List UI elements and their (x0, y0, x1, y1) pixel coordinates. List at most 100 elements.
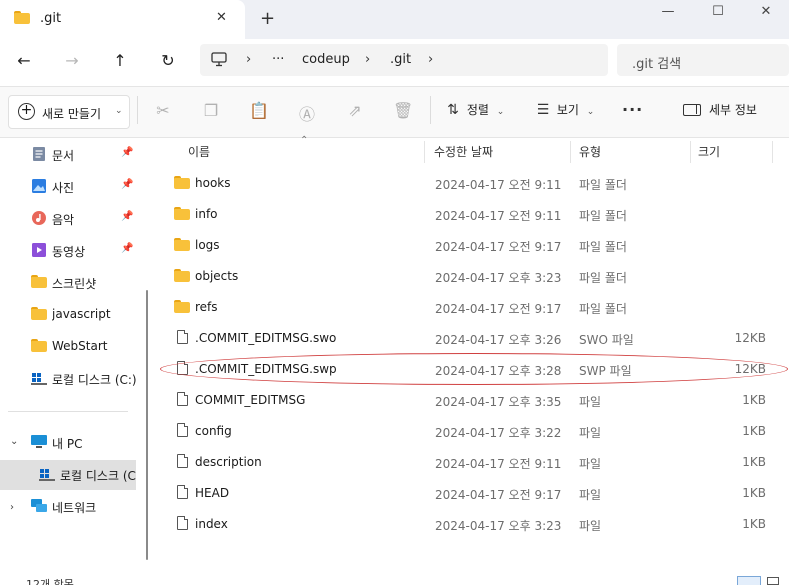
breadcrumb-ellipsis[interactable]: ··· (272, 52, 284, 67)
view-icon: ☰ (536, 102, 550, 118)
column-header-date[interactable]: 수정한 날짜 (434, 143, 493, 160)
file-date: 2024-04-17 오전 9:17 (435, 302, 562, 316)
delete-icon[interactable]: 🗑 (393, 101, 413, 121)
file-type: 파일 폴더 (579, 240, 627, 254)
file-date: 2024-04-17 오전 9:11 (435, 457, 562, 471)
details-view-toggle[interactable] (737, 576, 761, 585)
details-button[interactable]: 세부 정보 (683, 101, 757, 118)
share-icon[interactable]: ⇗ (345, 101, 365, 121)
sidebar-item-music[interactable]: 음악 📌 (0, 204, 136, 232)
forward-button[interactable]: → (62, 51, 82, 70)
file-type: 파일 (579, 426, 602, 440)
file-row[interactable]: logs 2024-04-17 오전 9:17 파일 폴더 (158, 231, 778, 259)
file-date: 2024-04-17 오전 9:11 (435, 209, 562, 223)
video-icon (32, 243, 46, 257)
new-tab-button[interactable]: + (260, 8, 275, 29)
column-divider[interactable] (772, 141, 773, 163)
file-row[interactable]: HEAD 2024-04-17 오전 9:17 파일 1KB (158, 479, 778, 507)
file-name: COMMIT_EDITMSG (195, 393, 306, 407)
column-divider[interactable] (424, 141, 425, 163)
paste-icon[interactable]: 📋 (249, 101, 269, 121)
cut-icon[interactable]: ✂ (153, 101, 173, 121)
up-button[interactable]: ↑ (110, 51, 130, 70)
folder-icon (14, 11, 30, 24)
file-row[interactable]: .COMMIT_EDITMSG.swp 2024-04-17 오후 3:28 SWP… (158, 355, 778, 383)
sort-icon: ⇅ (447, 102, 459, 118)
plus-icon: + (18, 103, 35, 120)
folder-icon (174, 300, 190, 313)
file-icon (177, 454, 188, 468)
column-header-type[interactable]: 유형 (579, 143, 601, 160)
column-header-name[interactable]: 이름 (188, 143, 210, 160)
drive-icon (31, 373, 47, 385)
tab-close-icon[interactable]: ✕ (216, 10, 227, 25)
rename-icon[interactable]: Ⓐ (297, 101, 317, 124)
sidebar-item-javascript[interactable]: javascript (0, 300, 136, 328)
sidebar-item-videos[interactable]: 동영상 📌 (0, 236, 136, 264)
minimize-button[interactable]: — (658, 4, 678, 20)
back-button[interactable]: ← (14, 51, 34, 70)
view-button[interactable]: ☰ 보기 ⌄ (533, 101, 595, 121)
more-options-button[interactable]: ··· (622, 100, 643, 119)
column-divider[interactable] (690, 141, 691, 163)
sidebar-item-label: WebStart (52, 339, 108, 353)
column-header-size[interactable]: 크기 (698, 143, 720, 160)
file-size: 12KB (734, 362, 766, 376)
details-pane-icon (683, 104, 701, 116)
file-row[interactable]: description 2024-04-17 오전 9:11 파일 1KB (158, 448, 778, 476)
copy-icon[interactable]: ❐ (201, 101, 221, 121)
file-date: 2024-04-17 오후 3:23 (435, 271, 562, 285)
sidebar-item-local-disk[interactable]: 로컬 디스크 (C:) (0, 364, 136, 392)
sidebar-item-pictures[interactable]: 사진 📌 (0, 172, 136, 200)
drive-icon (39, 469, 55, 481)
file-row[interactable]: info 2024-04-17 오전 9:11 파일 폴더 (158, 200, 778, 228)
file-row[interactable]: refs 2024-04-17 오전 9:17 파일 폴더 (158, 293, 778, 321)
sidebar-item-this-pc[interactable]: 내 PC (0, 428, 136, 456)
tiles-view-toggle[interactable] (767, 577, 779, 585)
refresh-button[interactable]: ↻ (158, 51, 178, 70)
sidebar-item-screenshots[interactable]: 스크린샷 (0, 268, 136, 296)
file-name: config (195, 424, 232, 438)
file-icon (177, 485, 188, 499)
title-bar: .git ✕ + — ☐ ✕ (0, 0, 789, 39)
music-icon (32, 211, 46, 225)
breadcrumb-codeup[interactable]: codeup (302, 52, 350, 67)
file-type: SWO 파일 (579, 333, 634, 347)
status-item-count: 12개 항목 (26, 578, 74, 585)
sidebar-item-label: 네트워크 (52, 501, 97, 515)
sidebar-item-local-disk-tree[interactable]: 로컬 디스크 (C (0, 460, 136, 490)
pc-icon (211, 52, 227, 67)
file-row[interactable]: objects 2024-04-17 오후 3:23 파일 폴더 (158, 262, 778, 290)
new-button[interactable]: + 새로 만들기 ⌄ (8, 95, 130, 129)
sidebar-item-network[interactable]: 네트워크 (0, 492, 136, 520)
sidebar-item-documents[interactable]: 문서 📌 (0, 140, 136, 168)
file-type: SWP 파일 (579, 364, 632, 378)
file-type: 파일 폴더 (579, 302, 627, 316)
sidebar-divider (8, 411, 128, 412)
file-name: description (195, 455, 262, 469)
view-label: 보기 (556, 103, 579, 117)
sidebar-item-label: 스크린샷 (52, 277, 97, 291)
maximize-button[interactable]: ☐ (708, 4, 728, 20)
sidebar-item-webstart[interactable]: WebStart (0, 332, 136, 360)
file-row[interactable]: index 2024-04-17 오후 3:23 파일 1KB (158, 510, 778, 538)
close-window-button[interactable]: ✕ (756, 4, 776, 20)
file-name: info (195, 207, 218, 221)
column-divider[interactable] (570, 141, 571, 163)
search-input[interactable]: .git 검색 (617, 44, 789, 76)
address-bar[interactable]: › ··· codeup › .git › (200, 44, 608, 76)
breadcrumb-git[interactable]: .git (390, 52, 411, 67)
file-date: 2024-04-17 오후 3:28 (435, 364, 562, 378)
file-date: 2024-04-17 오후 3:22 (435, 426, 562, 440)
breadcrumb-separator: › (428, 52, 434, 67)
file-type: 파일 (579, 519, 602, 533)
tab-git[interactable]: .git ✕ (0, 0, 245, 39)
folder-icon (31, 307, 47, 321)
sort-button[interactable]: ⇅ 정렬 ⌄ (443, 101, 504, 121)
file-row[interactable]: config 2024-04-17 오후 3:22 파일 1KB (158, 417, 778, 445)
sort-label: 정렬 (466, 103, 489, 117)
file-row[interactable]: hooks 2024-04-17 오전 9:11 파일 폴더 (158, 169, 778, 197)
file-row[interactable]: COMMIT_EDITMSG 2024-04-17 오후 3:35 파일 1KB (158, 386, 778, 414)
sidebar-scrollbar[interactable] (146, 290, 148, 560)
file-row[interactable]: .COMMIT_EDITMSG.swo 2024-04-17 오후 3:26 SWO… (158, 324, 778, 352)
